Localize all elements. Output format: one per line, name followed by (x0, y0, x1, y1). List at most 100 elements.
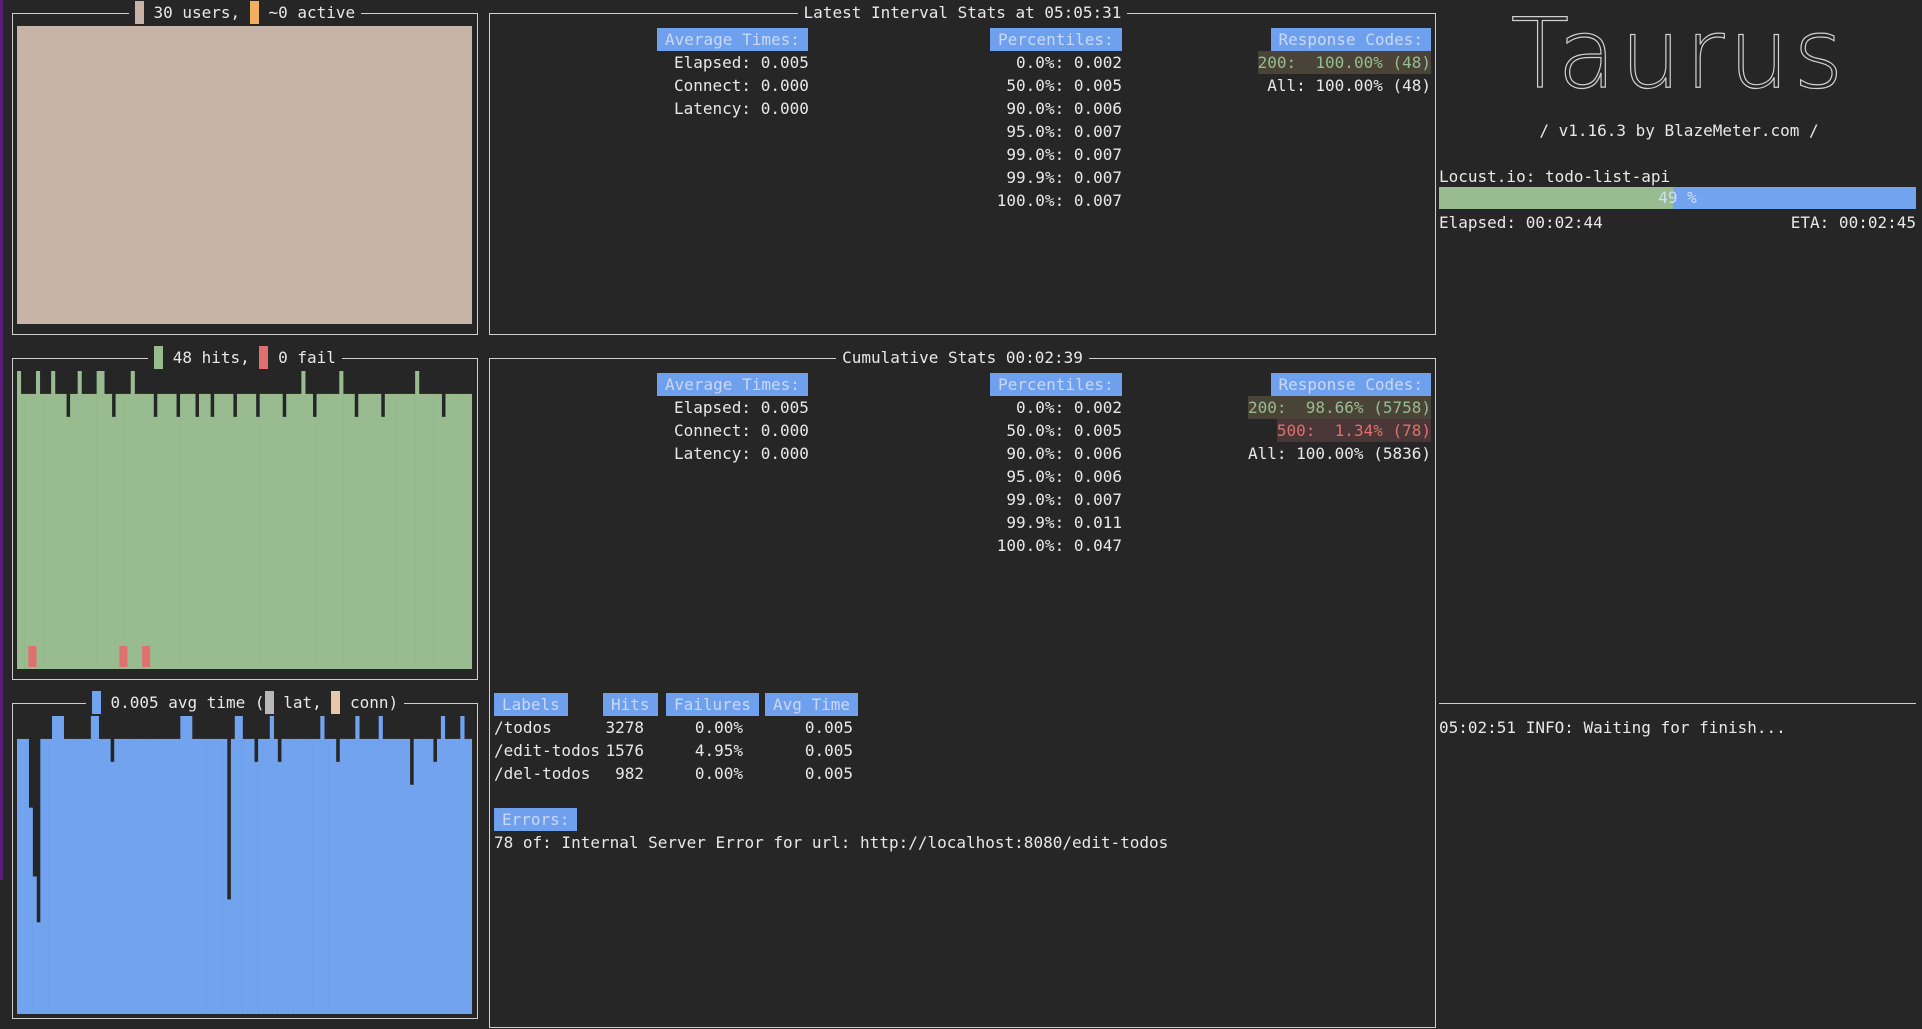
latest-pct-90: 90.0%: 0.006 (1006, 99, 1122, 118)
avg-time-column (409, 784, 414, 1014)
hits-column (24, 393, 29, 669)
avg-time-column (164, 738, 169, 1014)
avg-time-column (137, 738, 142, 1014)
avg-time-column (180, 716, 185, 1014)
hits-column (346, 393, 351, 669)
label-avg-time: 0.005 (804, 718, 853, 737)
cumulative-pct-50: 50.0%: 0.005 (1006, 421, 1122, 440)
latest-percentiles-header: Percentiles: (990, 28, 1122, 51)
avg-time-header: Avg Time (765, 693, 859, 716)
avg-time-column (215, 738, 220, 1014)
avg-time-column (207, 738, 212, 1014)
executor-label: Locust.io: todo-list-api (1439, 167, 1671, 186)
hits-column (377, 393, 382, 669)
hits-column (233, 416, 238, 669)
avg-time-column (87, 738, 92, 1014)
hits-column (453, 393, 458, 669)
label-hits: 982 (615, 764, 644, 783)
avg-time-column (382, 738, 387, 1014)
hits-column (164, 393, 169, 669)
label-hits: 3278 (605, 718, 644, 737)
hits-column (388, 393, 393, 669)
hits-column (35, 371, 41, 669)
avg-time-column (172, 738, 177, 1014)
avg-time-column (258, 738, 263, 1014)
cumulative-pct-100: 100.0%: 0.047 (996, 536, 1122, 555)
hits-column (28, 393, 33, 669)
labels-header: Labels (494, 693, 568, 716)
avg-time-column (63, 738, 68, 1014)
cumulative-code-500: 500: 1.34% (78) (1276, 419, 1431, 442)
avg-time-column (398, 738, 403, 1014)
cumulative-avg-connect: Connect: 0.000 (674, 421, 809, 440)
avg-time-column (277, 761, 282, 1014)
hits-column (399, 393, 405, 669)
hits-column (293, 393, 298, 669)
latest-interval-panel: Latest Interval Stats at 05:05:31 Averag… (489, 3, 1436, 335)
hits-column (460, 393, 465, 669)
avg-time-column (343, 738, 348, 1014)
hits-column (17, 371, 22, 669)
hits-column (39, 393, 44, 669)
avg-time-column (188, 716, 193, 1014)
hits-column (263, 393, 268, 669)
eta-time: ETA: 00:02:45 (1790, 213, 1916, 232)
avg-time-column (444, 738, 449, 1014)
hits-column (172, 393, 177, 669)
avg-time-column (157, 738, 162, 1014)
hits-column (43, 393, 48, 669)
label-avg-time: 0.005 (804, 741, 853, 760)
hits-column (108, 393, 113, 669)
avg-time-column (122, 738, 127, 1014)
hits-column (248, 393, 253, 669)
hits-column (441, 416, 446, 669)
hits-column (396, 393, 401, 669)
avg-time-column (59, 716, 64, 1014)
avg-time-column (75, 738, 80, 1014)
hits-column (130, 371, 135, 669)
avg-time-column (289, 738, 294, 1014)
cumulative-title: Cumulative Stats 00:02:39 (490, 346, 1435, 369)
label-name: /todos (494, 718, 552, 737)
hits-column (51, 371, 56, 669)
users-count: 30 users, (153, 3, 241, 22)
avg-time-column (468, 738, 472, 1014)
hits-column (153, 416, 158, 669)
hits-column (267, 393, 272, 669)
hits-column (221, 393, 226, 669)
avg-time-column (405, 738, 411, 1014)
hits-column (20, 393, 25, 669)
users-chart (17, 26, 472, 324)
cumulative-pct-99: 99.0%: 0.007 (1006, 490, 1122, 509)
taurus-sidebar: Taurus / v1.16.3 by BlazeMeter.com / Loc… (1439, 0, 1919, 1029)
hits-column (85, 393, 90, 669)
avg-time-column (351, 738, 356, 1014)
errors-header: Errors: (494, 808, 578, 831)
lat-label: lat, (283, 693, 322, 712)
avg-time-column (413, 738, 418, 1014)
hits-column (183, 393, 188, 669)
avg-time-column (114, 738, 119, 1014)
hits-column (411, 393, 416, 669)
hits-column (77, 371, 82, 669)
avg-time-column (192, 738, 197, 1014)
hits-column (426, 393, 431, 669)
hits-column (274, 393, 279, 669)
avg-time-column (153, 738, 158, 1014)
avg-time-column (52, 716, 57, 1014)
hits-column (149, 393, 154, 669)
label-name: /del-todos (494, 764, 591, 783)
hits-column (392, 393, 397, 669)
hits-count: 48 hits, (172, 348, 250, 367)
cumulative-pct-999: 99.9%: 0.011 (1006, 513, 1122, 532)
hits-column (297, 393, 302, 669)
avg-time-column (440, 716, 446, 1014)
avg-time-column (355, 716, 360, 1014)
avg-time-column (106, 738, 111, 1014)
latest-interval-title: Latest Interval Stats at 05:05:31 (490, 1, 1435, 24)
avg-time-column (234, 716, 239, 1014)
avg-time-column (312, 738, 317, 1014)
hits-column (456, 393, 461, 669)
avg-time-column (374, 738, 379, 1014)
cumulative-codes-header: Response Codes: (1270, 373, 1431, 396)
